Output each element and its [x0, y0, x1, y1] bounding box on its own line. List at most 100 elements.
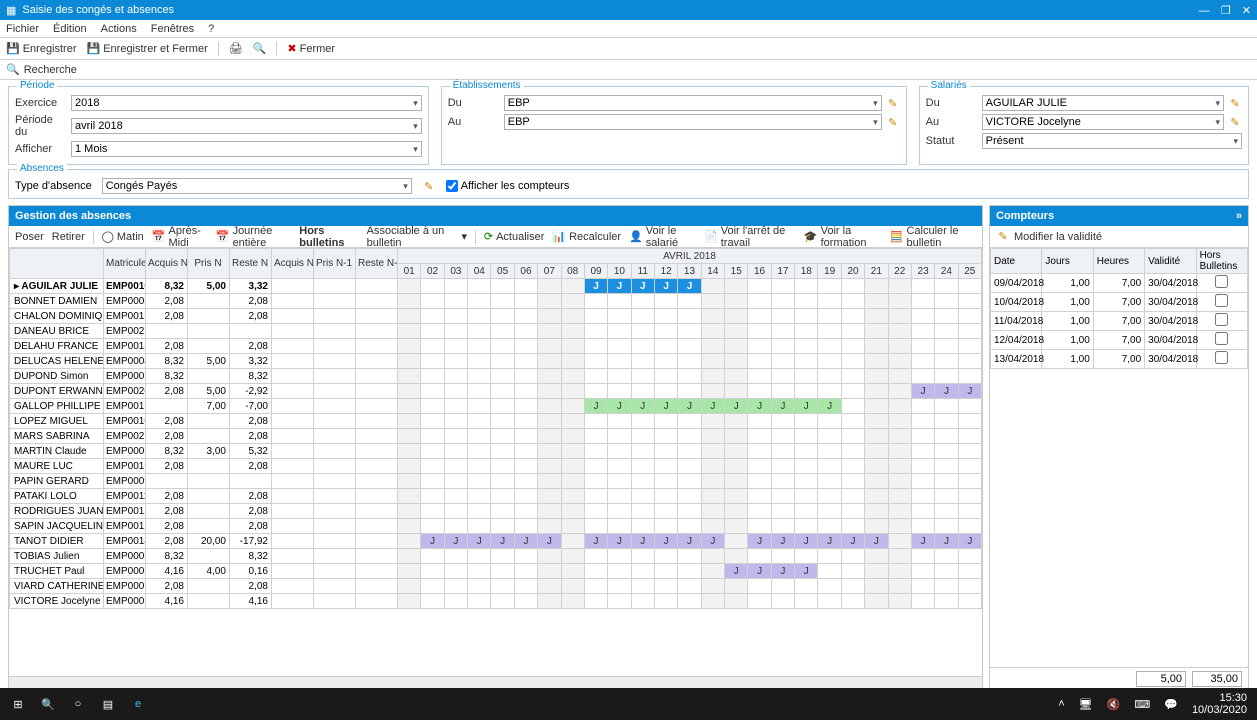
day-cell[interactable]: [748, 369, 771, 384]
day-cell[interactable]: [421, 459, 444, 474]
search-taskbar-icon[interactable]: 🔍: [40, 696, 56, 712]
day-cell[interactable]: [514, 504, 537, 519]
day-header[interactable]: 23: [911, 264, 934, 279]
day-cell[interactable]: [468, 429, 491, 444]
day-cell[interactable]: [748, 549, 771, 564]
grid-header[interactable]: Reste N: [230, 249, 272, 279]
day-cell[interactable]: [608, 519, 631, 534]
day-cell[interactable]: [584, 594, 607, 609]
day-cell[interactable]: [841, 414, 864, 429]
day-cell[interactable]: [398, 339, 421, 354]
day-cell[interactable]: [538, 504, 561, 519]
day-cell[interactable]: [631, 294, 654, 309]
day-cell[interactable]: [795, 339, 818, 354]
day-cell[interactable]: [865, 549, 888, 564]
day-cell[interactable]: [935, 549, 958, 564]
day-cell[interactable]: [958, 399, 981, 414]
day-cell[interactable]: [748, 279, 771, 294]
absence-cell[interactable]: J: [631, 399, 654, 414]
absence-cell[interactable]: J: [608, 534, 631, 549]
day-cell[interactable]: [795, 504, 818, 519]
day-header[interactable]: 04: [468, 264, 491, 279]
edit-icon[interactable]: ✎: [422, 180, 436, 193]
day-cell[interactable]: [468, 369, 491, 384]
day-cell[interactable]: [725, 579, 748, 594]
table-row[interactable]: LOPEZ MIGUELEMP00102,082,08: [10, 414, 982, 429]
day-cell[interactable]: [398, 354, 421, 369]
day-cell[interactable]: [561, 279, 584, 294]
poser-button[interactable]: Poser: [15, 231, 44, 243]
day-cell[interactable]: [911, 324, 934, 339]
absence-cell[interactable]: J: [654, 279, 677, 294]
day-cell[interactable]: [678, 444, 701, 459]
day-cell[interactable]: [631, 309, 654, 324]
day-cell[interactable]: [771, 279, 794, 294]
day-cell[interactable]: [935, 309, 958, 324]
day-cell[interactable]: [538, 594, 561, 609]
day-cell[interactable]: [795, 549, 818, 564]
day-cell[interactable]: [398, 549, 421, 564]
day-cell[interactable]: [584, 549, 607, 564]
day-cell[interactable]: [561, 534, 584, 549]
day-cell[interactable]: [841, 369, 864, 384]
day-cell[interactable]: [561, 339, 584, 354]
hors-bulletins-button[interactable]: Hors bulletins: [299, 225, 358, 249]
day-cell[interactable]: [654, 474, 677, 489]
day-cell[interactable]: [631, 339, 654, 354]
day-cell[interactable]: [865, 504, 888, 519]
day-cell[interactable]: [771, 429, 794, 444]
day-cell[interactable]: [584, 309, 607, 324]
day-cell[interactable]: [865, 354, 888, 369]
day-cell[interactable]: [841, 444, 864, 459]
sal-au-input[interactable]: VICTORE Jocelyne▾: [982, 114, 1224, 130]
day-cell[interactable]: [608, 579, 631, 594]
edit-icon[interactable]: ✎: [1228, 97, 1242, 110]
day-cell[interactable]: [678, 459, 701, 474]
day-cell[interactable]: [841, 504, 864, 519]
day-header[interactable]: 15: [725, 264, 748, 279]
day-cell[interactable]: [865, 489, 888, 504]
absence-cell[interactable]: J: [818, 399, 841, 414]
day-cell[interactable]: [701, 339, 724, 354]
voir-salarie-button[interactable]: 👤 Voir le salarié: [629, 225, 696, 249]
day-cell[interactable]: [654, 459, 677, 474]
day-cell[interactable]: [795, 444, 818, 459]
day-cell[interactable]: [888, 474, 911, 489]
day-cell[interactable]: [608, 294, 631, 309]
day-cell[interactable]: [795, 474, 818, 489]
day-cell[interactable]: [468, 579, 491, 594]
day-cell[interactable]: [561, 414, 584, 429]
grid-header[interactable]: Reste N-1: [356, 249, 398, 279]
day-cell[interactable]: [514, 414, 537, 429]
day-cell[interactable]: [398, 444, 421, 459]
day-cell[interactable]: [444, 279, 467, 294]
journee-radio[interactable]: 📅 Journée entière: [216, 225, 291, 249]
absence-cell[interactable]: J: [584, 279, 607, 294]
day-cell[interactable]: [958, 339, 981, 354]
day-cell[interactable]: [865, 339, 888, 354]
day-cell[interactable]: [771, 414, 794, 429]
day-header[interactable]: 12: [654, 264, 677, 279]
day-cell[interactable]: [958, 519, 981, 534]
day-cell[interactable]: [795, 384, 818, 399]
day-cell[interactable]: [818, 504, 841, 519]
day-cell[interactable]: [701, 489, 724, 504]
day-header[interactable]: 01: [398, 264, 421, 279]
absence-cell[interactable]: J: [958, 534, 981, 549]
day-cell[interactable]: [911, 489, 934, 504]
day-cell[interactable]: [771, 474, 794, 489]
day-cell[interactable]: [748, 489, 771, 504]
day-cell[interactable]: [725, 369, 748, 384]
day-cell[interactable]: [678, 594, 701, 609]
day-cell[interactable]: [538, 489, 561, 504]
day-cell[interactable]: [678, 519, 701, 534]
day-cell[interactable]: [654, 339, 677, 354]
day-cell[interactable]: [514, 384, 537, 399]
day-cell[interactable]: [561, 294, 584, 309]
day-cell[interactable]: [608, 324, 631, 339]
day-cell[interactable]: [935, 594, 958, 609]
counters-table[interactable]: DateJoursHeuresValiditéHors Bulletins09/…: [990, 248, 1248, 369]
close-button[interactable]: ✖Fermer: [287, 42, 335, 55]
tray-action-icon[interactable]: 💬: [1164, 698, 1178, 711]
day-cell[interactable]: [701, 579, 724, 594]
